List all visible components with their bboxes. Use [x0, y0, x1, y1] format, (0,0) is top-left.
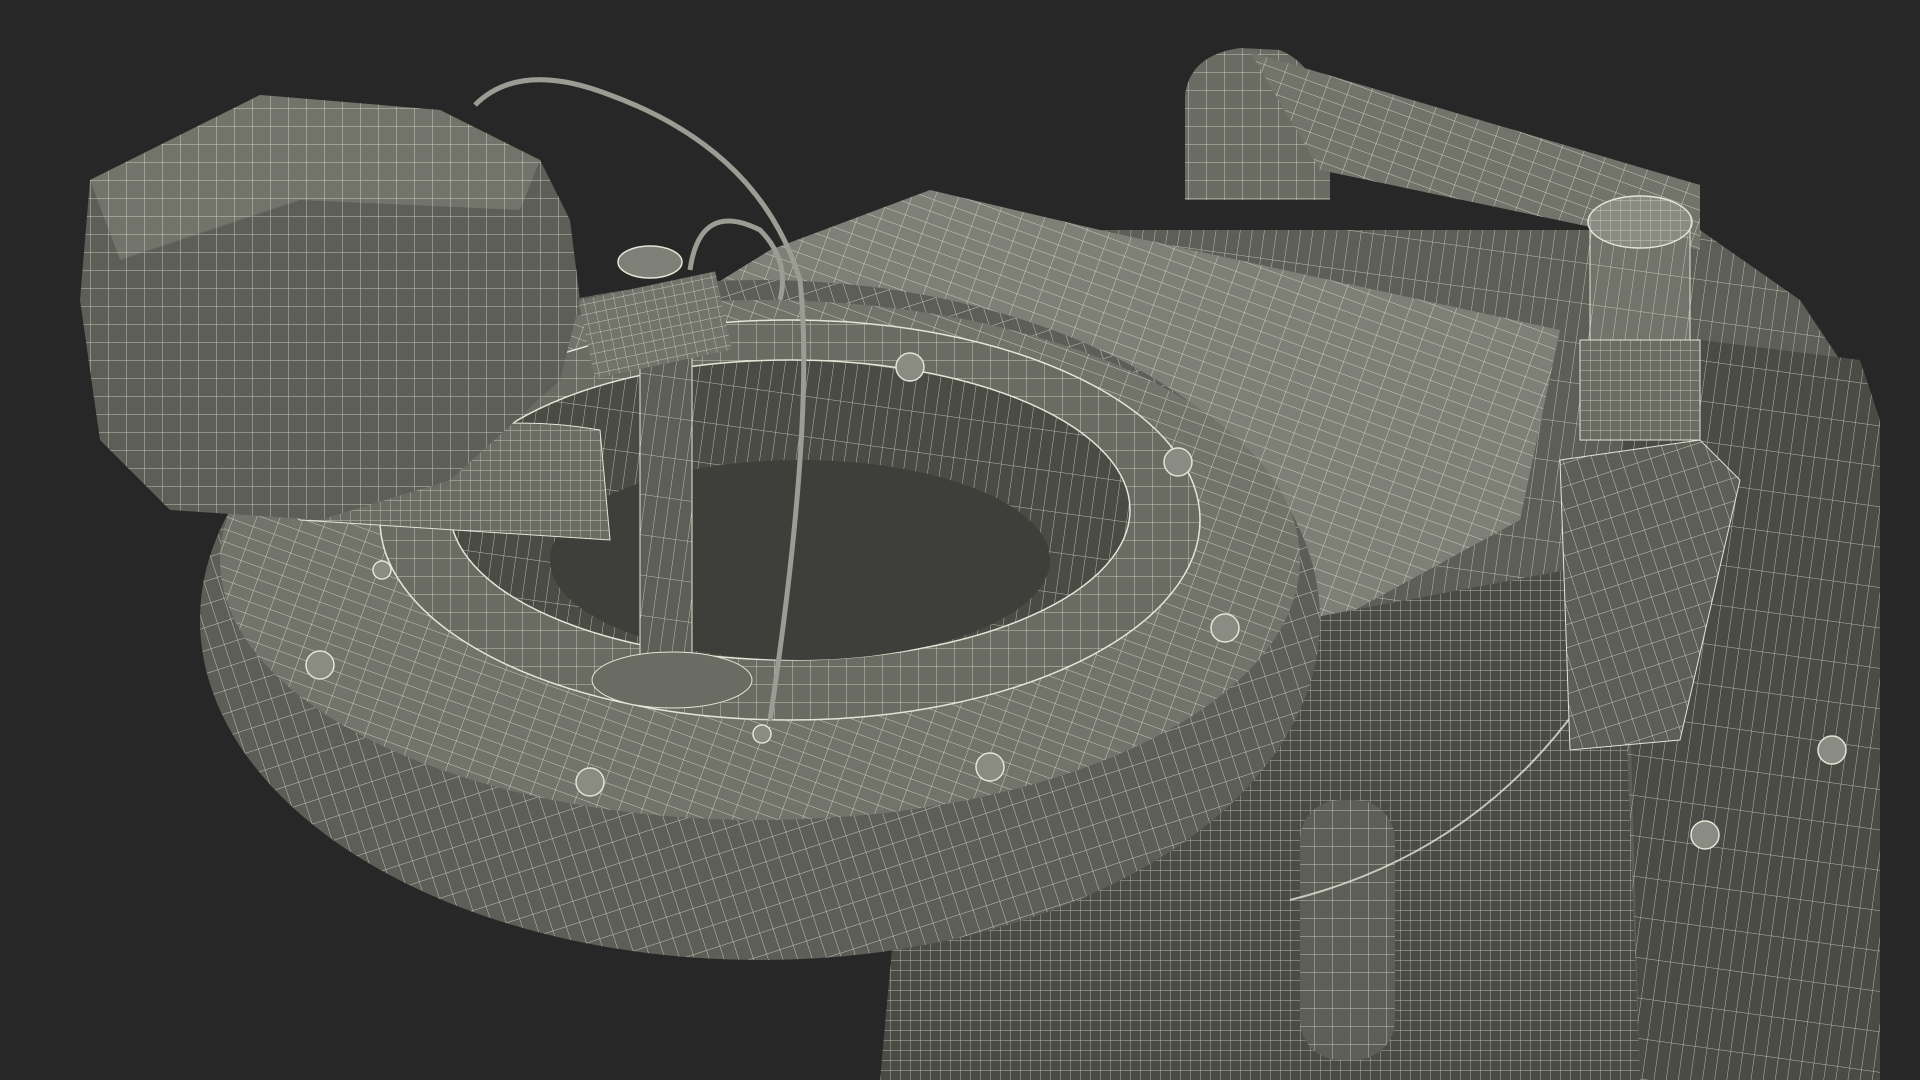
bolt: [305, 650, 335, 680]
motor-head: [80, 95, 611, 541]
render-viewport: [0, 0, 1920, 1080]
bolt: [1163, 447, 1193, 477]
bolt: [1210, 613, 1240, 643]
bolt: [895, 352, 925, 382]
bolt: [1690, 820, 1720, 850]
bolt: [975, 752, 1005, 782]
bolt: [372, 560, 392, 580]
bolt: [752, 724, 772, 744]
wireframe-render: [80, 48, 1880, 1080]
bolt: [575, 767, 605, 797]
control-knob: [1579, 195, 1701, 441]
bolt: [1817, 735, 1847, 765]
